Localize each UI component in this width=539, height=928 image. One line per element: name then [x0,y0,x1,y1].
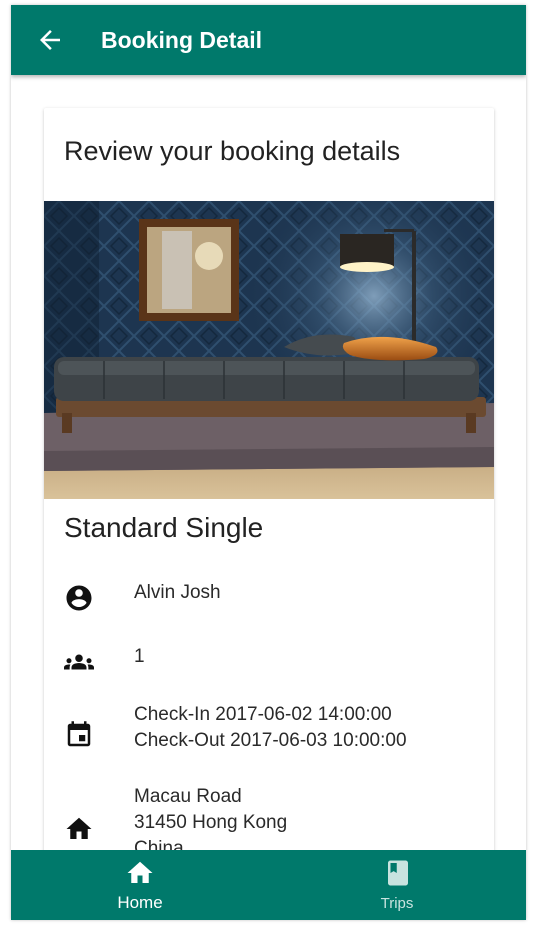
guest-name-row: Alvin Josh [44,576,494,616]
book-icon [388,860,408,886]
app-bar: Booking Detail [11,5,526,75]
bottom-navigation: Home Trips [11,850,526,920]
address-line-3: China [134,838,184,850]
guest-name: Alvin Josh [134,582,221,603]
room-name: Standard Single [64,512,264,543]
people-group-icon [64,654,94,670]
page-title: Booking Detail [101,27,263,53]
address-row: Macau Road 31450 Hong Kong China [44,784,494,850]
back-button[interactable] [35,25,65,55]
home-icon [127,861,153,883]
address-line-2: 31450 Hong Kong [134,812,288,833]
app-frame: Booking Detail Review your booking detai… [11,5,526,920]
account-circle-icon [66,585,92,611]
guest-count-row: 1 [44,644,494,684]
guest-count: 1 [134,646,145,667]
check-in: Check-In 2017-06-02 14:00:00 [134,704,392,725]
nav-home[interactable]: Home [40,850,240,920]
card-heading: Review your booking details [64,136,401,166]
dates-row: Check-In 2017-06-02 14:00:00 Check-Out 2… [44,702,494,762]
booking-card: Review your booking details Standard Sin… [44,108,494,850]
nav-home-label: Home [117,893,163,912]
nav-trips-label: Trips [380,895,414,912]
address-line-1: Macau Road [134,786,242,807]
check-out: Check-Out 2017-06-03 10:00:00 [134,730,407,751]
arrow-back-icon [40,30,60,50]
room-photo [44,201,494,499]
home-icon [66,817,92,839]
calendar-event-icon [67,721,91,747]
nav-trips[interactable]: Trips [297,850,497,920]
content-area[interactable]: Review your booking details Standard Sin… [11,75,526,850]
